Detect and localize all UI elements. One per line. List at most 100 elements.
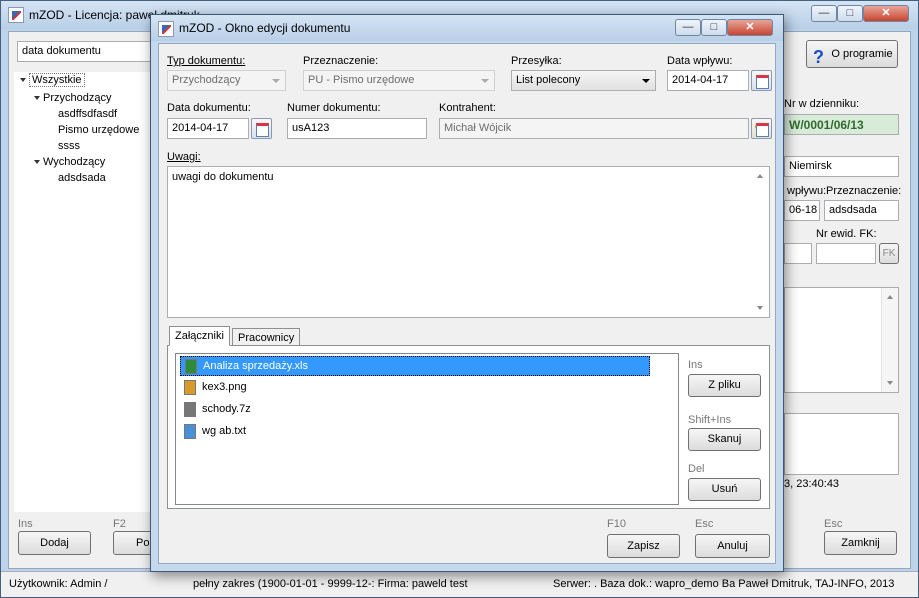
- doc-type-value: Przychodzący: [172, 74, 241, 86]
- edit-document-dialog: mZOD - Okno edycji dokumentu — □ ✕ Typ d…: [150, 14, 784, 572]
- receipt-date-field[interactable]: 2014-04-17: [667, 70, 749, 91]
- edit-shortcut: F2: [113, 518, 126, 530]
- contractor-field[interactable]: Niemirsk: [784, 156, 899, 177]
- journal-label: Nr w dzienniku:: [784, 98, 860, 110]
- about-button[interactable]: ? O programie: [806, 40, 898, 68]
- expand-icon: [34, 160, 40, 165]
- sort-combo[interactable]: data dokumentu: [17, 41, 157, 62]
- calendar-icon[interactable]: [251, 118, 272, 139]
- maximize-button[interactable]: □: [837, 5, 863, 22]
- purpose-combo[interactable]: PU - Pismo urzędowe: [303, 70, 495, 91]
- doc-number-field[interactable]: usA123: [287, 118, 427, 139]
- tab-attachments[interactable]: Załączniki: [169, 326, 230, 346]
- attachment-name: Analiza sprzedaży.xls: [203, 360, 308, 372]
- scan-button[interactable]: Skanuj: [688, 428, 761, 451]
- tree-label: adsdsada: [58, 172, 106, 184]
- add-button[interactable]: Dodaj: [18, 531, 91, 555]
- tree-item-all[interactable]: Wszystkie: [20, 73, 85, 87]
- close-button[interactable]: Zamknij: [824, 531, 897, 555]
- doc-type-label: Typ dokumentu:: [167, 55, 246, 67]
- tree-item-outgoing[interactable]: Wychodzący: [34, 156, 105, 168]
- fk-field[interactable]: [816, 243, 876, 264]
- purpose-field[interactable]: adsdsada: [824, 200, 899, 221]
- tree-item[interactable]: adsdsada: [58, 172, 106, 184]
- fk-button[interactable]: FK: [879, 243, 899, 264]
- tree-label: Pismo urzędowe: [58, 124, 140, 136]
- archive-file-icon: [184, 402, 196, 417]
- tree-item[interactable]: ssss: [58, 140, 80, 152]
- notes-textarea[interactable]: uwagi do dokumentu: [167, 166, 770, 318]
- fk-field-left[interactable]: [784, 243, 812, 264]
- dialog-client: Typ dokumentu: Przychodzący Przeznaczeni…: [158, 43, 776, 564]
- tree-label: Wychodzący: [43, 156, 106, 168]
- delete-button[interactable]: Usuń: [688, 478, 761, 501]
- status-range: pełny zakres (1900-01-01 - 9999-12-: Fir…: [193, 578, 468, 590]
- shipment-label: Przesyłka:: [511, 55, 562, 67]
- fk-label: Nr ewid. FK:: [816, 228, 877, 240]
- vertical-scrollbar[interactable]: [881, 288, 898, 392]
- right-info-area: [784, 413, 899, 475]
- status-user: Użytkownik: Admin /: [9, 578, 108, 590]
- image-file-icon: [184, 380, 196, 395]
- list-item[interactable]: kex3.png: [180, 378, 650, 398]
- purpose-label: Przeznaczenie:: [826, 185, 902, 197]
- tree-label: Wszystkie: [29, 73, 85, 87]
- dialog-maximize-button[interactable]: □: [701, 19, 727, 36]
- close-shortcut: Esc: [824, 518, 843, 530]
- doc-date-label: Data dokumentu:: [167, 102, 251, 114]
- expand-icon: [34, 96, 40, 101]
- dialog-titlebar[interactable]: mZOD - Okno edycji dokumentu — □ ✕: [151, 15, 783, 41]
- app-icon: [8, 7, 24, 23]
- shipment-value: List polecony: [516, 74, 581, 86]
- attachments-list[interactable]: Analiza sprzedaży.xls kex3.png schody.7z…: [175, 353, 679, 505]
- from-file-shortcut: Ins: [688, 359, 703, 371]
- close-window-button[interactable]: ✕: [863, 5, 909, 22]
- tab-employees[interactable]: Pracownicy: [232, 328, 301, 346]
- list-item[interactable]: Analiza sprzedaży.xls: [180, 356, 650, 376]
- doc-number-label: Numer dokumentu:: [287, 102, 381, 114]
- contacts-icon[interactable]: [751, 118, 772, 139]
- delete-shortcut: Del: [688, 463, 705, 475]
- attachment-name: schody.7z: [202, 403, 251, 415]
- about-button-label: O programie: [831, 48, 893, 60]
- expand-icon: [20, 78, 26, 83]
- tree-label: ssss: [58, 140, 80, 152]
- chevron-down-icon: [481, 79, 489, 83]
- chevron-down-icon: [642, 79, 650, 83]
- dialog-title: mZOD - Okno edycji dokumentu: [179, 21, 351, 35]
- status-server: Serwer: . Baza dok.: wapro_demo Ba Paweł…: [553, 578, 895, 590]
- right-notes-area[interactable]: [784, 287, 899, 393]
- shipment-combo[interactable]: List polecony: [511, 70, 656, 91]
- vertical-scrollbar[interactable]: [752, 167, 769, 317]
- add-shortcut: Ins: [18, 518, 33, 530]
- save-button[interactable]: Zapisz: [607, 534, 680, 558]
- calendar-icon[interactable]: [751, 70, 772, 91]
- timestamp-fragment: 3, 23:40:43: [784, 478, 840, 490]
- notes-text: uwagi do dokumentu: [172, 171, 274, 183]
- contractor-field[interactable]: Michał Wójcik: [439, 118, 749, 139]
- dialog-minimize-button[interactable]: —: [675, 19, 701, 36]
- scan-shortcut: Shift+Ins: [688, 414, 732, 426]
- text-file-icon: [184, 424, 196, 439]
- cancel-button[interactable]: Anuluj: [695, 534, 770, 558]
- dialog-close-button[interactable]: ✕: [727, 19, 773, 36]
- receipt-date-label: Data wpływu:: [667, 55, 733, 67]
- attachments-panel: Analiza sprzedaży.xls kex3.png schody.7z…: [167, 345, 770, 509]
- tree-item-incoming[interactable]: Przychodzący: [34, 92, 111, 104]
- category-tree: Wszystkie Przychodzący asdffsdfasdf Pism…: [14, 72, 152, 512]
- help-icon: ?: [813, 47, 824, 67]
- list-item[interactable]: schody.7z: [180, 400, 650, 420]
- receipt-date-field[interactable]: 06-18: [784, 200, 820, 221]
- receipt-date-label: wpływu:: [787, 185, 827, 197]
- purpose-label: Przeznaczenie:: [303, 55, 379, 67]
- doc-date-field[interactable]: 2014-04-17: [167, 118, 249, 139]
- tree-item[interactable]: asdffsdfasdf: [58, 108, 117, 120]
- attachment-name: kex3.png: [202, 381, 247, 393]
- from-file-button[interactable]: Z pliku: [688, 374, 761, 397]
- tree-item[interactable]: Pismo urzędowe: [58, 124, 139, 136]
- app-icon: [158, 21, 174, 37]
- doc-type-combo[interactable]: Przychodzący: [167, 70, 286, 91]
- list-item[interactable]: wg ab.txt: [180, 422, 650, 442]
- minimize-button[interactable]: —: [811, 5, 837, 22]
- chevron-down-icon: [272, 79, 280, 83]
